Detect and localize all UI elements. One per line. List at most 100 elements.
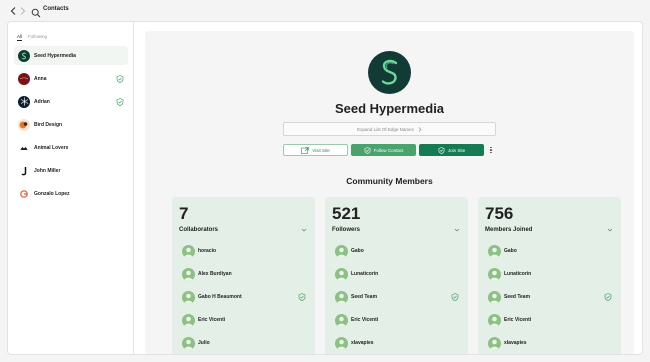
contact-item-bird-design[interactable]: Bird Design xyxy=(14,115,128,134)
member-item[interactable]: Alex Burdiyan xyxy=(182,267,306,281)
snowflake-icon xyxy=(18,95,30,108)
chevron-down-icon[interactable] xyxy=(301,227,307,233)
contacts-sidebar: All Following Seed Hypermedia Anna Adria… xyxy=(8,22,134,354)
member-item[interactable]: Gabo xyxy=(335,244,459,258)
user-avatar-icon xyxy=(488,336,501,350)
more-options-icon[interactable] xyxy=(488,145,494,155)
external-link-icon xyxy=(301,146,310,154)
member-item[interactable]: xlavapies xyxy=(335,336,459,350)
member-item[interactable]: horacio xyxy=(182,244,306,258)
member-name: Lunaticorin xyxy=(504,271,532,277)
user-avatar-icon xyxy=(488,290,501,304)
card-label: Collaborators xyxy=(179,227,219,233)
sidebar-tabs: All Following xyxy=(17,34,47,41)
member-name: Gabo xyxy=(504,248,517,254)
member-name: horacio xyxy=(198,248,217,254)
member-name: Seed Team xyxy=(351,294,378,300)
chevron-down-icon[interactable] xyxy=(607,227,613,233)
expand-label: Expand List Of Edge Names xyxy=(357,126,414,132)
member-count: 756 xyxy=(485,204,514,223)
follow-contact-button[interactable]: Follow Contact xyxy=(351,144,416,156)
member-item[interactable]: Eric Vicenti xyxy=(182,313,306,327)
forward-icon[interactable] xyxy=(18,5,28,16)
member-item[interactable]: Eric Vicenti xyxy=(488,313,612,327)
user-avatar-icon xyxy=(182,267,195,281)
user-avatar-icon xyxy=(335,267,348,281)
shield-check-icon xyxy=(438,146,445,154)
members-joined-card: 756 Members Joined Gabo Lunaticorin Seed… xyxy=(478,197,621,354)
user-avatar-icon xyxy=(335,313,348,327)
contact-item-animal-lovers[interactable]: Animal Lovers xyxy=(14,138,128,157)
member-name: Eric Vicenti xyxy=(504,317,532,323)
user-avatar-icon xyxy=(335,290,348,304)
title-bar: Contacts xyxy=(0,0,650,22)
visit-site-button[interactable]: Visit Site xyxy=(283,144,348,156)
contact-name: Animal Lovers xyxy=(34,144,69,151)
member-name: Gabo H Beaumont xyxy=(198,294,242,300)
contact-name: Adrian xyxy=(34,98,50,105)
contact-name: Gonzalo Lopez xyxy=(34,190,70,197)
g-logo-icon xyxy=(18,187,30,200)
contact-item-gonzalo-lopez[interactable]: Gonzalo Lopez xyxy=(14,184,128,203)
member-item[interactable]: Lunaticorin xyxy=(335,267,459,281)
member-item[interactable]: Lunaticorin xyxy=(488,267,612,281)
card-label: Members Joined xyxy=(485,227,533,233)
verified-shield-icon xyxy=(116,74,124,83)
member-item[interactable]: Seed Team xyxy=(335,290,459,304)
contact-item-adrian[interactable]: Adrian xyxy=(14,92,128,111)
chevron-right-icon xyxy=(418,126,422,132)
user-avatar-icon xyxy=(182,313,195,327)
join-label: Join Site xyxy=(447,147,466,153)
member-item[interactable]: Gabo H Beaumont xyxy=(182,290,306,304)
back-icon[interactable] xyxy=(8,5,18,16)
member-name: xlavapies xyxy=(504,340,527,346)
contact-name: Bird Design xyxy=(34,121,63,128)
member-item[interactable]: Gabo xyxy=(488,244,612,258)
followers-card: 521 Followers Gabo Lunaticorin Seed Team… xyxy=(325,197,468,354)
page-title: Contacts xyxy=(43,6,69,12)
expand-edge-names-button[interactable]: Expand List Of Edge Names xyxy=(283,122,496,136)
member-count: 7 xyxy=(179,204,189,223)
site-title: Seed Hypermedia xyxy=(334,101,445,116)
contact-item-anna[interactable]: Anna xyxy=(14,69,128,88)
user-avatar-icon xyxy=(335,244,348,258)
verified-shield-icon xyxy=(451,293,459,301)
shield-check-icon xyxy=(364,146,371,154)
verified-shield-icon xyxy=(116,97,124,106)
follow-label: Follow Contact xyxy=(373,147,404,153)
letter-j-icon xyxy=(18,164,30,177)
contact-item-seed-hypermedia[interactable]: Seed Hypermedia xyxy=(14,46,128,65)
paw-icon xyxy=(18,141,30,154)
chevron-down-icon[interactable] xyxy=(454,227,460,233)
contact-item-john-miller[interactable]: John Miller xyxy=(14,161,128,180)
join-site-button[interactable]: Join Site xyxy=(419,144,484,156)
seed-logo-icon xyxy=(18,49,30,62)
user-avatar-icon xyxy=(182,290,195,304)
member-name: Alex Burdiyan xyxy=(198,271,232,277)
site-profile-panel: Seed Hypermedia Expand List Of Edge Name… xyxy=(145,31,634,354)
search-icon[interactable] xyxy=(31,5,41,18)
visit-label: Visit Site xyxy=(312,147,330,153)
member-name: xlavapies xyxy=(351,340,374,346)
member-name: Seed Team xyxy=(504,294,531,300)
collaborators-card: 7 Collaborators horacio Alex Burdiyan Ga… xyxy=(172,197,315,354)
member-item[interactable]: Julio xyxy=(182,336,306,350)
community-title: Community Members xyxy=(346,176,433,186)
member-name: Lunaticorin xyxy=(351,271,379,277)
member-name: Julio xyxy=(198,340,210,346)
member-name: Eric Vicenti xyxy=(351,317,379,323)
member-item[interactable]: Eric Vicenti xyxy=(335,313,459,327)
tab-all[interactable]: All xyxy=(17,34,23,41)
user-avatar-icon xyxy=(335,336,348,350)
member-item[interactable]: Seed Team xyxy=(488,290,612,304)
contact-name: Seed Hypermedia xyxy=(34,52,76,59)
user-avatar-icon xyxy=(488,244,501,258)
member-item[interactable]: xlavapies xyxy=(488,336,612,350)
contact-name: John Miller xyxy=(34,167,61,174)
bird-icon xyxy=(18,118,30,131)
seed-logo-icon xyxy=(368,51,411,94)
member-name: Eric Vicenti xyxy=(198,317,226,323)
member-count: 521 xyxy=(332,204,361,223)
verified-shield-icon xyxy=(604,293,612,301)
tab-following[interactable]: Following xyxy=(28,34,47,41)
